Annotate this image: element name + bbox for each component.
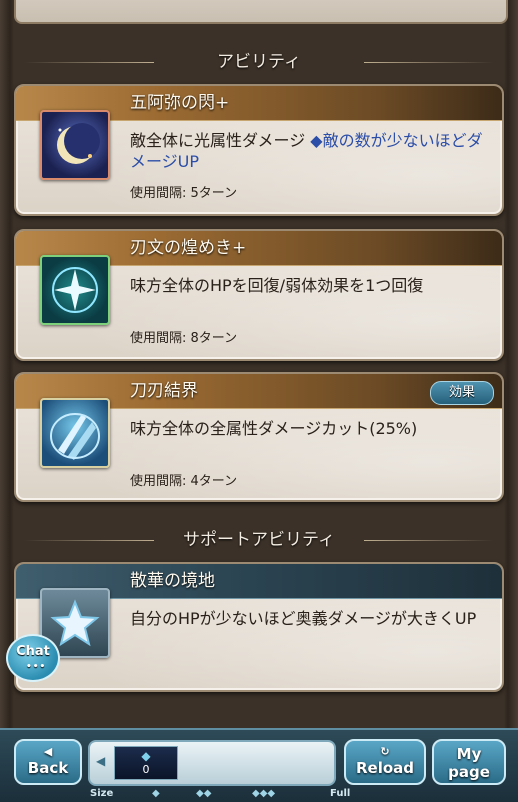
ability-1-cooldown: 使用間隔: 5ターン xyxy=(130,186,238,201)
my-page-label-2: page xyxy=(448,763,490,781)
blade-barrier-icon xyxy=(40,398,110,468)
abilities-section-title: アビリティ xyxy=(14,48,504,76)
chat-button[interactable]: Chat ••• xyxy=(6,634,60,682)
chat-label: Chat xyxy=(16,644,50,659)
my-page-label-1: My xyxy=(456,745,482,763)
size-dot-3-icon: ◆◆◆ xyxy=(252,788,276,799)
ability-2-name: 刃文の煌めき+ xyxy=(130,238,247,258)
support-ability-card[interactable]: 散華の境地 自分のHPが少ないほど奥義ダメージが大きくUP xyxy=(14,562,504,692)
sparkle-heal-icon xyxy=(40,255,110,325)
support-ability-name: 散華の境地 xyxy=(130,571,215,591)
ability-1-description-block: 敵全体に光属性ダメージ ◆敵の数が少ないほどダメージUP xyxy=(130,130,492,172)
ability-1-name: 五阿弥の閃+ xyxy=(130,93,230,113)
screen-size-slider[interactable]: ◀ ◆ 0 xyxy=(88,740,336,786)
ability-2-cooldown: 使用間隔: 8ターン xyxy=(130,331,238,346)
size-dot-2-icon: ◆◆ xyxy=(196,788,212,799)
support-ability-description: 自分のHPが少ないほど奥義ダメージが大きくUP xyxy=(130,609,477,628)
ability-card-1[interactable]: 五阿弥の閃+ 敵全体に光属性ダメージ ◆敵の数が少ないほどダメージUP 使用間隔… xyxy=(14,84,504,216)
back-arrow-icon: ◀ xyxy=(43,745,53,758)
ability-3-description: 味方全体の全属性ダメージカット(25%) xyxy=(130,419,418,438)
reload-label: Reload xyxy=(355,759,415,777)
full-label: Full xyxy=(330,788,351,799)
reload-icon: ↻ xyxy=(380,745,390,758)
effect-badge-button[interactable]: 効果 xyxy=(430,381,494,405)
back-button[interactable]: ◀ Back xyxy=(14,739,82,785)
bottom-navigation-bar: ◀ Back ◀ ◆ 0 ↻ Reload My page Size ◆ ◆◆ … xyxy=(0,728,518,802)
slider-thumb[interactable]: ◆ 0 xyxy=(114,746,178,780)
gem-icon: ◆ xyxy=(141,749,151,763)
previous-card-edge xyxy=(14,0,508,24)
size-label: Size xyxy=(90,788,114,799)
crescent-moon-icon xyxy=(40,110,110,180)
ability-3-cooldown: 使用間隔: 4ターン xyxy=(130,474,238,489)
ability-card-2[interactable]: 刃文の煌めき+ 味方全体のHPを回復/弱体効果を1つ回復 使用間隔: 8ターン xyxy=(14,229,504,361)
reload-button[interactable]: ↻ Reload xyxy=(344,739,426,785)
ability-1-description: 敵全体に光属性ダメージ xyxy=(130,131,306,150)
size-dot-1-icon: ◆ xyxy=(152,788,160,799)
back-label: Back xyxy=(27,759,69,777)
support-section-title: サポートアビリティ xyxy=(14,526,504,554)
chat-dots-icon: ••• xyxy=(26,662,47,672)
slider-value: 0 xyxy=(142,763,150,776)
my-page-button[interactable]: My page xyxy=(432,739,506,785)
ability-2-description: 味方全体のHPを回復/弱体効果を1つ回復 xyxy=(130,276,424,295)
ability-3-name: 刀刃結界 xyxy=(130,381,198,401)
ability-card-3[interactable]: 刀刃結界 効果 味方全体の全属性ダメージカット(25%) 使用間隔: 4ターン xyxy=(14,372,504,502)
slider-left-arrow-icon[interactable]: ◀ xyxy=(96,754,105,768)
